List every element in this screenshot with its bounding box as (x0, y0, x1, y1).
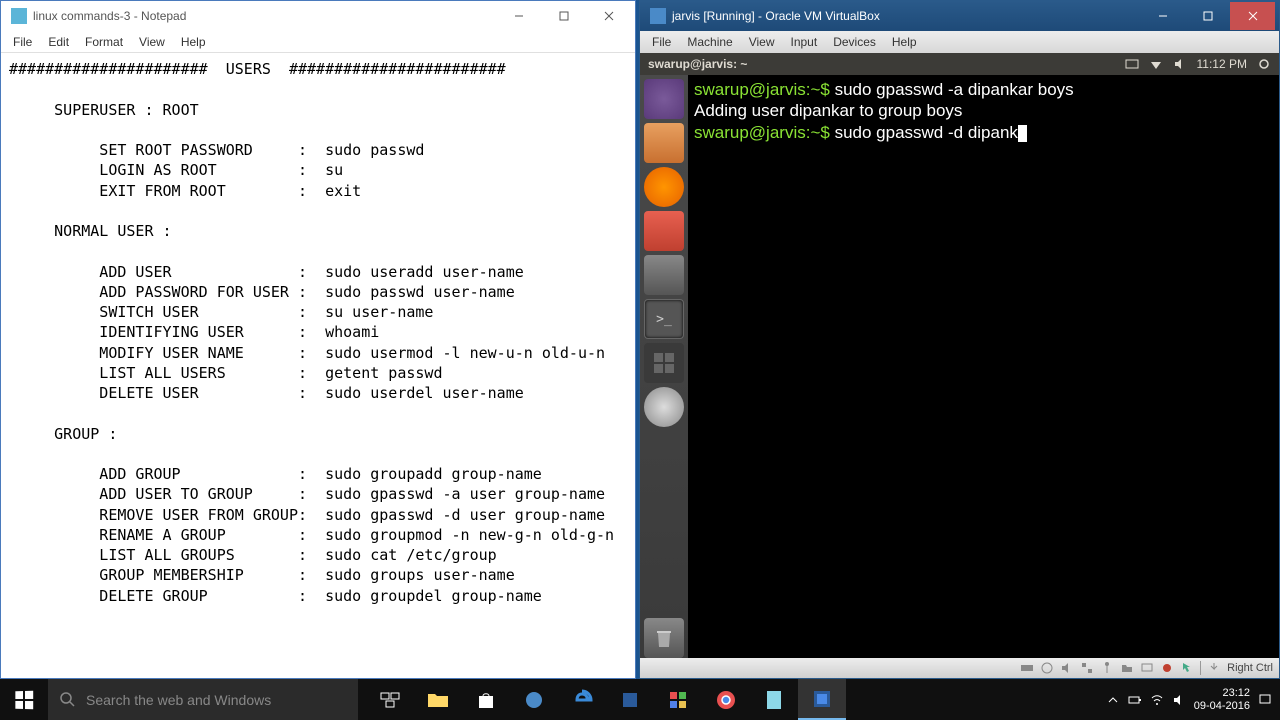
volume-icon[interactable] (1172, 693, 1186, 707)
command-text: sudo gpasswd -d dipank (835, 123, 1018, 142)
store-button[interactable] (462, 679, 510, 720)
mouse-integration-icon[interactable] (1180, 661, 1194, 675)
minimize-button[interactable] (496, 2, 541, 30)
terminal-icon[interactable]: >_ (644, 299, 684, 339)
system-tray[interactable]: 23:12 09-04-2016 (1098, 687, 1280, 711)
firefox-icon[interactable] (644, 167, 684, 207)
vb-menu-view[interactable]: View (741, 33, 783, 51)
clock[interactable]: 23:12 09-04-2016 (1194, 687, 1250, 711)
window-title: swarup@jarvis: ~ (648, 57, 1125, 71)
tray-date: 09-04-2016 (1194, 700, 1250, 712)
search-box[interactable]: Search the web and Windows (48, 679, 358, 720)
close-button[interactable] (586, 2, 631, 30)
software-center-icon[interactable] (644, 211, 684, 251)
virtualbox-window: jarvis [Running] - Oracle VM VirtualBox … (639, 0, 1280, 679)
virtualbox-titlebar[interactable]: jarvis [Running] - Oracle VM VirtualBox (640, 1, 1279, 31)
menu-view[interactable]: View (131, 33, 173, 51)
command-text: sudo gpasswd -a dipankar boys (835, 80, 1074, 99)
terminal-line: swarup@jarvis:~$ sudo gpasswd -d dipank (694, 122, 1273, 143)
close-button[interactable] (1230, 2, 1275, 30)
hdd-indicator-icon[interactable] (1020, 661, 1034, 675)
chevron-up-icon[interactable] (1106, 693, 1120, 707)
virtualbox-icon (650, 8, 666, 24)
app-button[interactable] (606, 679, 654, 720)
virtualbox-menubar: File Machine View Input Devices Help (640, 31, 1279, 53)
clock[interactable]: 11:12 PM (1197, 57, 1247, 71)
hostkey-label: Right Ctrl (1227, 662, 1273, 674)
minimize-button[interactable] (1140, 2, 1185, 30)
battery-icon[interactable] (1128, 693, 1142, 707)
notepad-icon (11, 8, 27, 24)
prompt: swarup@jarvis:~$ (694, 123, 830, 142)
menu-help[interactable]: Help (173, 33, 214, 51)
vb-menu-help[interactable]: Help (884, 33, 925, 51)
terminal-line: swarup@jarvis:~$ sudo gpasswd -a dipanka… (694, 79, 1273, 100)
display-indicator-icon[interactable] (1140, 661, 1154, 675)
hostkey-indicator-icon[interactable] (1207, 661, 1221, 675)
shared-folders-indicator-icon[interactable] (1120, 661, 1134, 675)
virtualbox-button[interactable] (798, 679, 846, 720)
virtualbox-title: jarvis [Running] - Oracle VM VirtualBox (672, 9, 1140, 23)
disc-icon[interactable] (644, 387, 684, 427)
keyboard-indicator-icon[interactable] (1125, 57, 1139, 71)
network-indicator-icon[interactable] (1080, 661, 1094, 675)
menu-edit[interactable]: Edit (40, 33, 77, 51)
notepad-window: linux commands-3 - Notepad File Edit For… (0, 0, 636, 679)
vb-menu-input[interactable]: Input (783, 33, 826, 51)
terminal-output: Adding user dipankar to group boys (694, 100, 1273, 121)
chrome-button[interactable] (702, 679, 750, 720)
windows-taskbar: Search the web and Windows 23:12 09-04-2… (0, 679, 1280, 720)
notepad-textarea[interactable]: ###################### USERS ###########… (1, 53, 635, 612)
menu-format[interactable]: Format (77, 33, 131, 51)
recording-indicator-icon[interactable] (1160, 661, 1174, 675)
menu-file[interactable]: File (5, 33, 40, 51)
search-icon (60, 692, 76, 708)
search-placeholder: Search the web and Windows (86, 692, 271, 708)
windows-logo-icon (15, 690, 33, 709)
wifi-icon[interactable] (1150, 693, 1164, 707)
maximize-button[interactable] (541, 2, 586, 30)
app-button[interactable] (654, 679, 702, 720)
prompt: swarup@jarvis:~$ (694, 80, 830, 99)
gear-icon[interactable] (1257, 57, 1271, 71)
vb-menu-devices[interactable]: Devices (825, 33, 884, 51)
app-button[interactable] (510, 679, 558, 720)
network-indicator-icon[interactable] (1149, 57, 1163, 71)
vb-menu-machine[interactable]: Machine (679, 33, 740, 51)
edge-button[interactable] (558, 679, 606, 720)
workspace-switcher-icon[interactable] (644, 343, 684, 383)
notepad-title: linux commands-3 - Notepad (33, 9, 496, 23)
task-view-button[interactable] (366, 679, 414, 720)
notepad-titlebar[interactable]: linux commands-3 - Notepad (1, 1, 635, 31)
virtualbox-statusbar: Right Ctrl (640, 658, 1279, 678)
optical-indicator-icon[interactable] (1040, 661, 1054, 675)
notepad-button[interactable] (750, 679, 798, 720)
terminal-area[interactable]: swarup@jarvis:~$ sudo gpasswd -a dipanka… (688, 75, 1279, 658)
file-explorer-button[interactable] (414, 679, 462, 720)
usb-indicator-icon[interactable] (1100, 661, 1114, 675)
system-settings-icon[interactable] (644, 255, 684, 295)
notifications-icon[interactable] (1258, 693, 1272, 707)
notepad-menubar: File Edit Format View Help (1, 31, 635, 53)
start-button[interactable] (0, 679, 48, 720)
audio-indicator-icon[interactable] (1060, 661, 1074, 675)
guest-screen: swarup@jarvis: ~ 11:12 PM >_ swarup@jarv… (640, 53, 1279, 658)
files-icon[interactable] (644, 123, 684, 163)
vb-menu-file[interactable]: File (644, 33, 679, 51)
sound-indicator-icon[interactable] (1173, 57, 1187, 71)
tray-time: 23:12 (1194, 687, 1250, 699)
ubuntu-launcher: >_ (640, 75, 688, 658)
ubuntu-topbar[interactable]: swarup@jarvis: ~ 11:12 PM (640, 53, 1279, 75)
trash-icon[interactable] (644, 618, 684, 658)
cursor (1018, 125, 1027, 142)
dash-icon[interactable] (644, 79, 684, 119)
maximize-button[interactable] (1185, 2, 1230, 30)
